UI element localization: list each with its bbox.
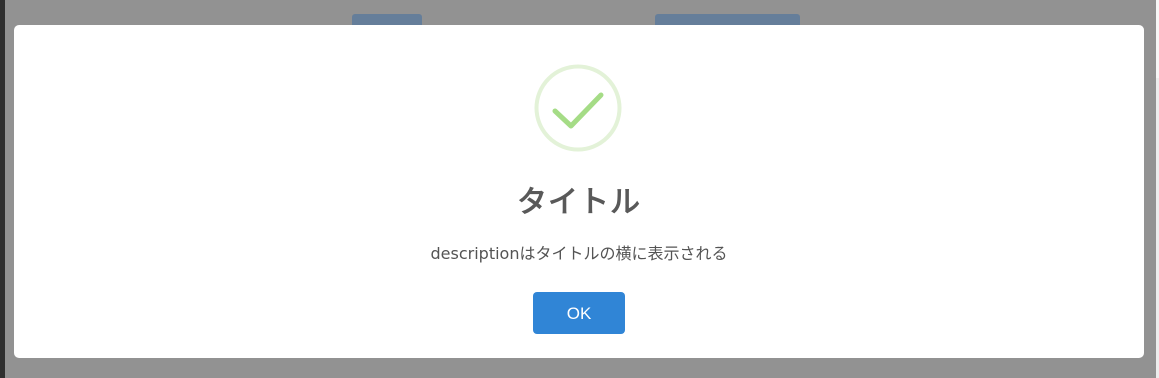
- dialog-description: descriptionはタイトルの横に表示される: [430, 244, 728, 263]
- ok-button[interactable]: OK: [533, 292, 625, 334]
- alert-dialog: タイトル descriptionはタイトルの横に表示される OK: [14, 25, 1144, 358]
- success-check-icon: [534, 64, 622, 152]
- left-window-edge: [0, 0, 5, 378]
- dialog-title: タイトル: [517, 185, 641, 220]
